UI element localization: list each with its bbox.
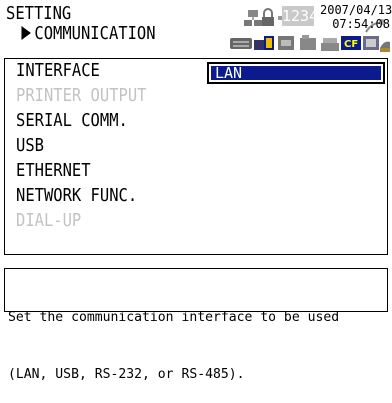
ethernet-icon — [278, 36, 294, 50]
time-label: 07:54:08 — [332, 17, 390, 31]
submenu-title-label: COMMUNICATION — [34, 23, 156, 44]
menu-item-interface[interactable]: INTERFACE — [16, 61, 100, 81]
folder-icon — [300, 35, 316, 50]
menu-title: SETTING — [6, 3, 72, 24]
fax-icon — [380, 41, 390, 52]
help-line-1: Set the communication interface to be us… — [8, 309, 340, 325]
menu-item-network-func[interactable]: NETWORK FUNC. — [16, 186, 137, 206]
usb-icon — [254, 36, 274, 50]
interface-select-value: LAN — [211, 66, 381, 81]
printer-icon — [321, 38, 339, 51]
menu-item-dial-up: DIAL-UP — [16, 210, 82, 231]
help-line-2: (LAN, USB, RS-232, or RS-485). — [8, 366, 245, 382]
svg-text:CF: CF — [344, 39, 358, 50]
date-label: 2007/04/13 — [320, 3, 392, 17]
menu-item-ethernet[interactable]: ETHERNET — [16, 161, 91, 181]
help-text-box: Set the communication interface to be us… — [4, 268, 388, 382]
right-arrow-icon — [21, 26, 31, 40]
menu-item-serial-comm[interactable]: SERIAL COMM. — [16, 111, 128, 131]
display-counter: 1234 — [282, 6, 319, 26]
datetime: 2007/04/13 07:54:08 — [320, 3, 392, 31]
interface-select[interactable]: LAN — [207, 62, 385, 84]
lock-icon — [262, 8, 274, 26]
menu-item-usb[interactable]: USB — [16, 136, 44, 156]
menu-item-printer-output: PRINTER OUTPUT — [16, 85, 147, 106]
submenu-title: COMMUNICATION — [6, 24, 156, 44]
header-bar: SETTING COMMUNICATION CF 1234 2007/04/13… — [0, 0, 392, 58]
cf-card-icon: CF — [341, 36, 361, 50]
